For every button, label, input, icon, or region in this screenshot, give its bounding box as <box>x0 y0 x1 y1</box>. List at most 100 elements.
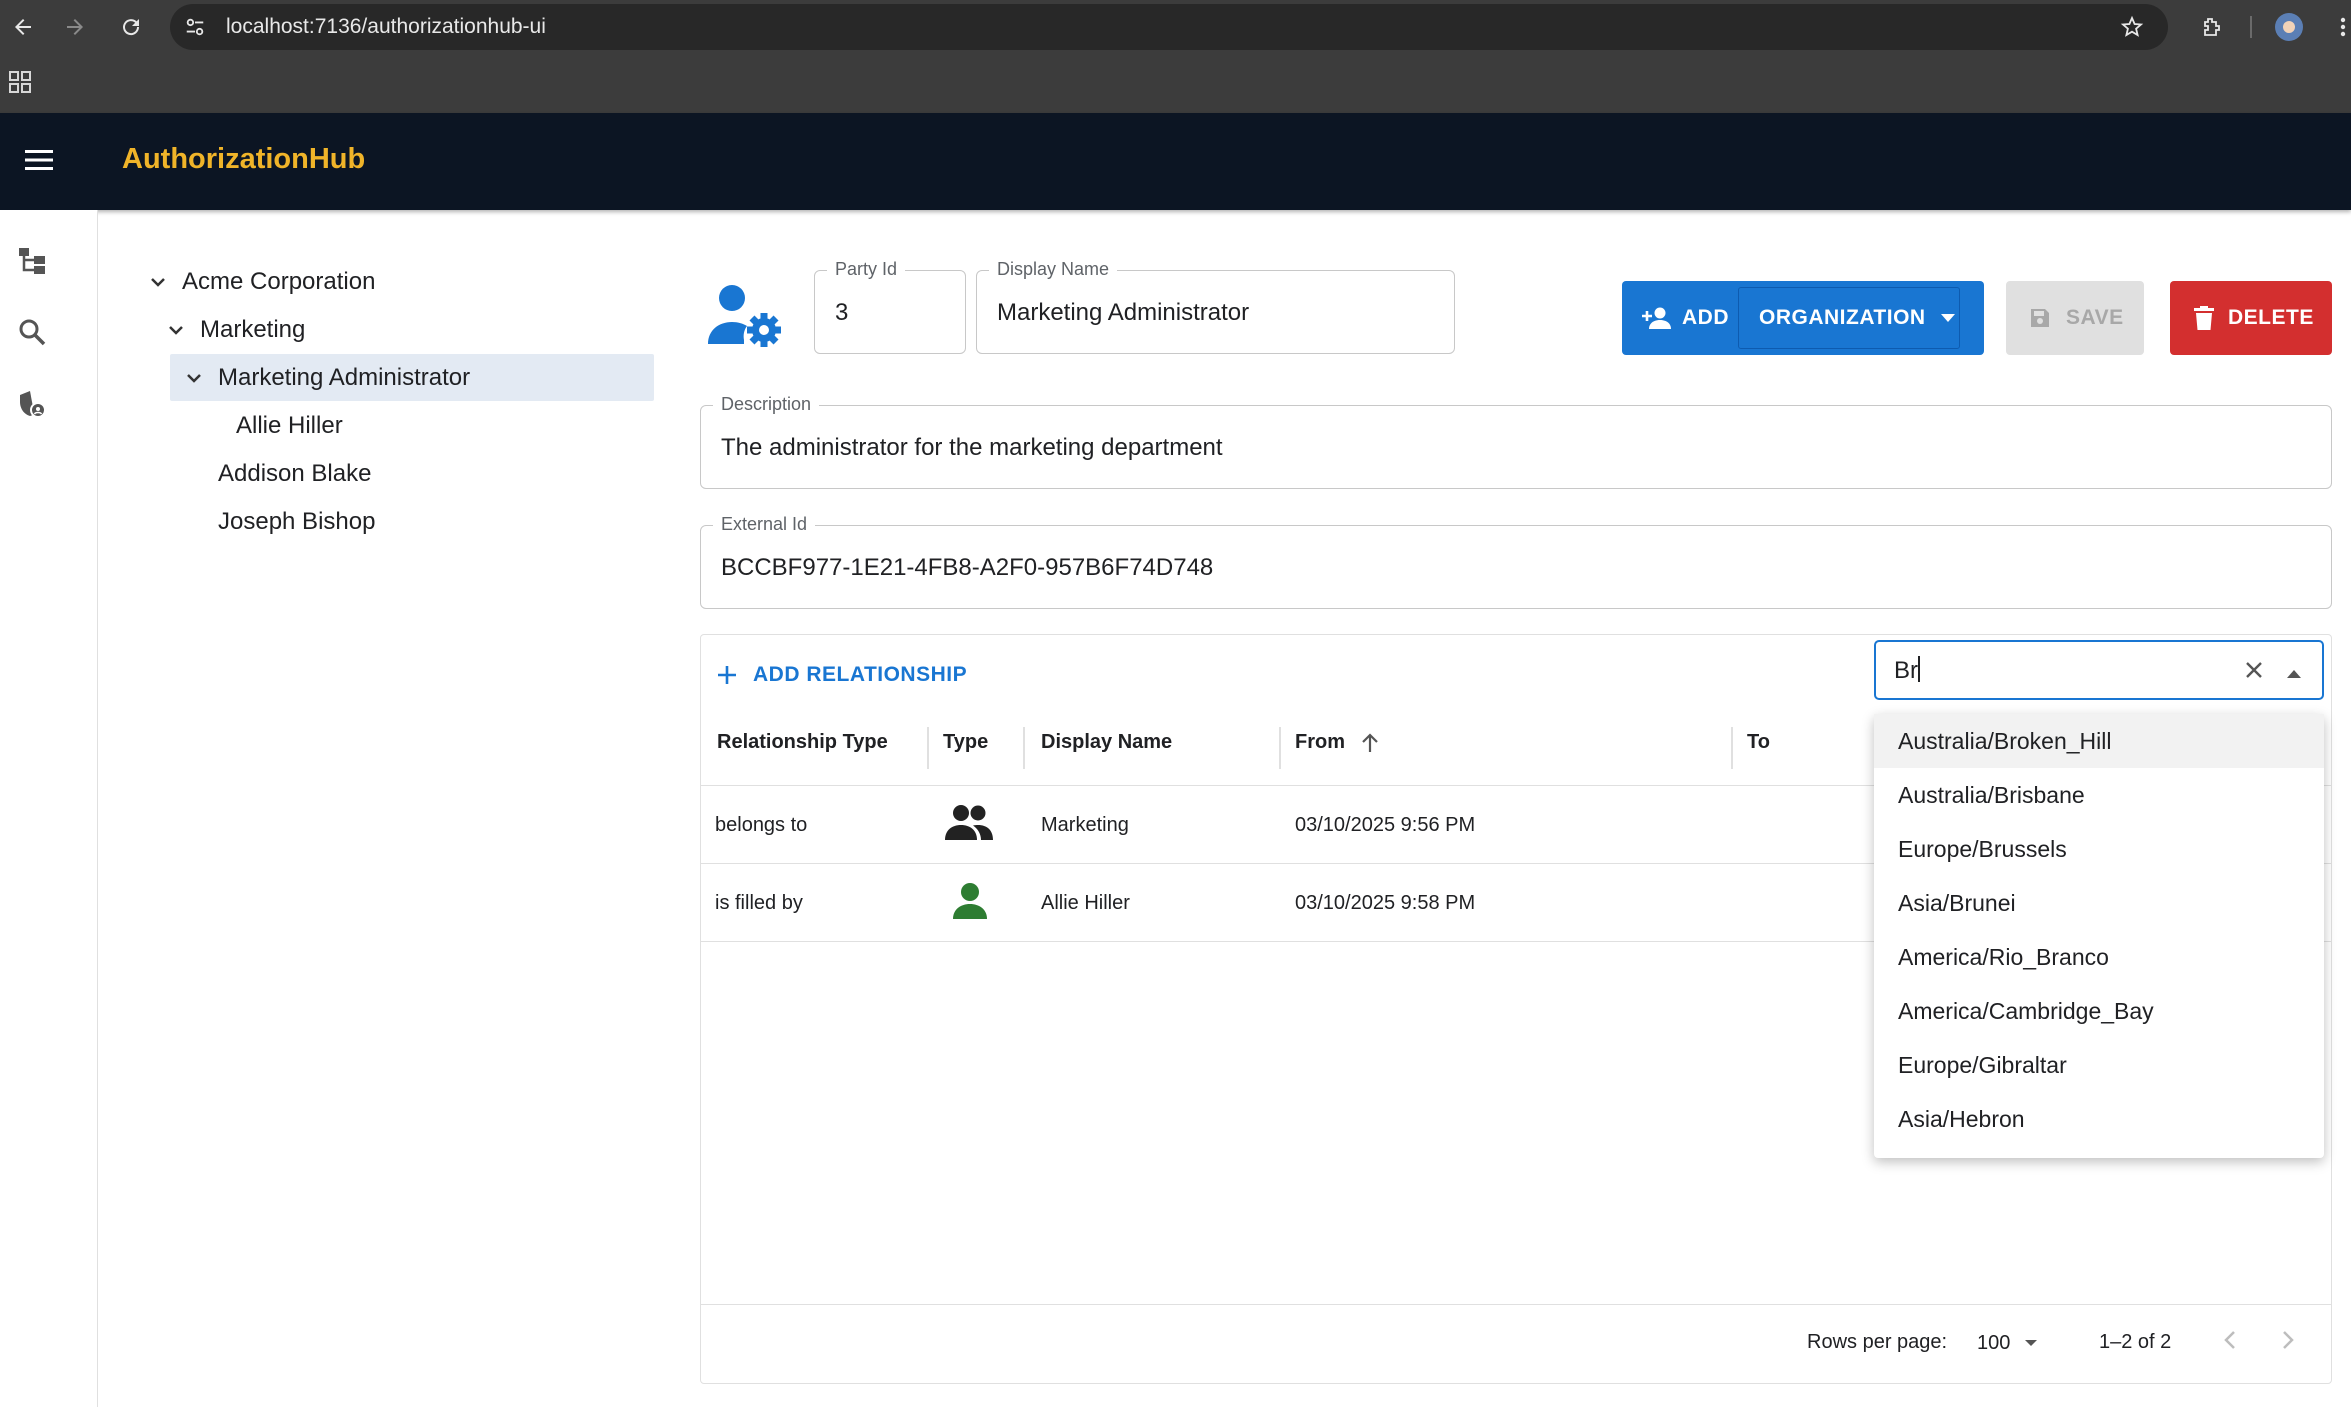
tree-node-label: Joseph Bishop <box>218 508 376 535</box>
delete-button[interactable]: DELETE <box>2170 281 2332 355</box>
delete-button-label: DELETE <box>2228 306 2314 329</box>
party-id-label: Party Id <box>827 259 906 280</box>
caret-down-icon <box>2024 1339 2038 1347</box>
party-id-value: 3 <box>835 299 849 326</box>
add-button-label: ADD <box>1682 306 1729 329</box>
timezone-option[interactable]: Europe/Brussels <box>1874 822 2324 876</box>
side-rail <box>0 210 98 1407</box>
cell-relationship-type: belongs to <box>715 814 808 836</box>
forward-icon[interactable] <box>58 10 92 44</box>
rows-per-page-select[interactable]: 100 <box>1977 1325 2038 1361</box>
pagination-range: 1–2 of 2 <box>2099 1331 2172 1353</box>
url-text: localhost:7136/authorizationhub-ui <box>226 15 546 38</box>
cell-display-name: Allie Hiller <box>1041 892 1130 914</box>
timezone-options-menu: Australia/Broken_Hill Australia/Brisbane… <box>1874 714 2324 1158</box>
profile-avatar[interactable] <box>2272 10 2306 44</box>
tree-node-acme-corporation[interactable]: Acme Corporation <box>146 259 375 305</box>
save-button-label: SAVE <box>2066 306 2124 329</box>
chevron-down-icon[interactable] <box>146 270 170 294</box>
trash-icon <box>2194 306 2214 330</box>
tree-node-label: Acme Corporation <box>182 268 376 295</box>
add-relationship-label: ADD RELATIONSHIP <box>753 663 968 686</box>
plus-icon <box>717 665 737 685</box>
bookmark-star-icon[interactable] <box>2120 15 2144 44</box>
party-id-field[interactable]: Party Id 3 <box>814 259 966 354</box>
tree-node-label: Addison Blake <box>218 460 372 487</box>
hierarchy-icon[interactable] <box>14 242 50 278</box>
timezone-autocomplete-input[interactable]: Br <box>1874 640 2324 700</box>
column-separator[interactable] <box>1023 727 1025 769</box>
display-name-field[interactable]: Display Name Marketing Administrator <box>976 259 1455 354</box>
rows-per-page-value: 100 <box>1977 1331 2011 1354</box>
chevron-down-icon[interactable] <box>182 366 206 390</box>
tree-node-label: Allie Hiller <box>236 412 343 439</box>
column-header-from[interactable]: From <box>1295 731 1379 754</box>
app-title: AuthorizationHub <box>122 143 366 175</box>
organization-dropdown-button[interactable]: ORGANIZATION <box>1738 287 1960 349</box>
cell-from: 03/10/2025 9:58 PM <box>1295 892 1476 914</box>
display-name-value: Marketing Administrator <box>997 299 1250 326</box>
previous-page-icon[interactable] <box>2223 1329 2237 1356</box>
search-icon[interactable] <box>14 314 50 350</box>
clear-icon[interactable] <box>2244 660 2264 685</box>
add-button[interactable]: ADD <box>1622 281 1736 355</box>
back-icon[interactable] <box>6 10 40 44</box>
column-separator[interactable] <box>1279 727 1281 769</box>
browser-toolbar: localhost:7136/authorizationhub-ui <box>0 0 2351 54</box>
display-name-label: Display Name <box>989 259 1118 280</box>
column-header-display-name[interactable]: Display Name <box>1041 731 1172 754</box>
timezone-option[interactable]: Europe/Gibraltar <box>1874 1038 2324 1092</box>
tree-node-label: Marketing <box>200 316 306 343</box>
description-value: The administrator for the marketing depa… <box>721 434 1223 461</box>
timezone-option[interactable]: Asia/Brunei <box>1874 876 2324 930</box>
organization-button-label: ORGANIZATION <box>1759 306 1926 329</box>
tree-node-label: Marketing Administrator <box>218 364 471 391</box>
timezone-input-text: Br <box>1894 656 1920 684</box>
timezone-option[interactable]: America/Cambridge_Bay <box>1874 984 2324 1038</box>
security-shield-icon[interactable] <box>14 386 50 422</box>
external-id-field[interactable]: External Id BCCBF977-1E21-4FB8-A2F0-957B… <box>700 514 2332 609</box>
role-admin-icon <box>706 282 786 357</box>
timezone-option[interactable]: Australia/Brisbane <box>1874 768 2324 822</box>
group-icon <box>943 804 995 847</box>
column-header-relationship-type[interactable]: Relationship Type <box>717 731 888 754</box>
column-header-from-label: From <box>1295 731 1345 753</box>
column-header-to[interactable]: To <box>1747 731 1770 754</box>
caret-up-icon[interactable] <box>2286 666 2302 684</box>
save-icon <box>2028 306 2052 330</box>
column-header-type[interactable]: Type <box>943 731 988 754</box>
external-id-value: BCCBF977-1E21-4FB8-A2F0-957B6F74D748 <box>721 554 1214 581</box>
address-bar[interactable]: localhost:7136/authorizationhub-ui <box>170 4 2168 50</box>
tree-node-marketing[interactable]: Marketing <box>164 307 305 353</box>
app-bar: AuthorizationHub <box>0 113 2351 210</box>
person-icon <box>951 882 989 925</box>
rows-per-page-label: Rows per page: <box>1807 1331 1948 1353</box>
toolbar-divider <box>2250 16 2252 38</box>
tree-node-allie-hiller[interactable]: Allie Hiller <box>236 403 343 449</box>
timezone-option[interactable]: Australia/Broken_Hill <box>1874 714 2324 768</box>
extensions-icon[interactable] <box>2194 10 2228 44</box>
tree-node-marketing-administrator[interactable]: Marketing Administrator <box>182 355 470 401</box>
cell-display-name: Marketing <box>1041 814 1129 836</box>
site-info-icon[interactable] <box>184 16 206 43</box>
bookmark-bar <box>0 54 2351 113</box>
sort-ascending-icon[interactable] <box>1361 732 1379 753</box>
cell-from: 03/10/2025 9:56 PM <box>1295 814 1476 836</box>
description-label: Description <box>713 394 820 415</box>
next-page-icon[interactable] <box>2281 1329 2295 1356</box>
timezone-option[interactable]: Asia/Hebron <box>1874 1092 2324 1146</box>
save-button[interactable]: SAVE <box>2006 281 2144 355</box>
hamburger-menu-icon[interactable] <box>24 147 54 178</box>
chevron-down-icon[interactable] <box>164 318 188 342</box>
tree-node-joseph-bishop[interactable]: Joseph Bishop <box>218 499 375 545</box>
column-separator[interactable] <box>1731 727 1733 769</box>
timezone-option[interactable]: America/Rio_Branco <box>1874 930 2324 984</box>
tree-node-addison-blake[interactable]: Addison Blake <box>218 451 371 497</box>
add-relationship-button[interactable]: ADD RELATIONSHIP <box>717 657 967 693</box>
reload-icon[interactable] <box>114 10 148 44</box>
column-separator[interactable] <box>927 727 929 769</box>
apps-grid-icon[interactable] <box>9 71 31 98</box>
person-add-icon <box>1642 306 1672 330</box>
description-field[interactable]: Description The administrator for the ma… <box>700 394 2332 489</box>
more-menu-icon[interactable] <box>2326 10 2351 44</box>
